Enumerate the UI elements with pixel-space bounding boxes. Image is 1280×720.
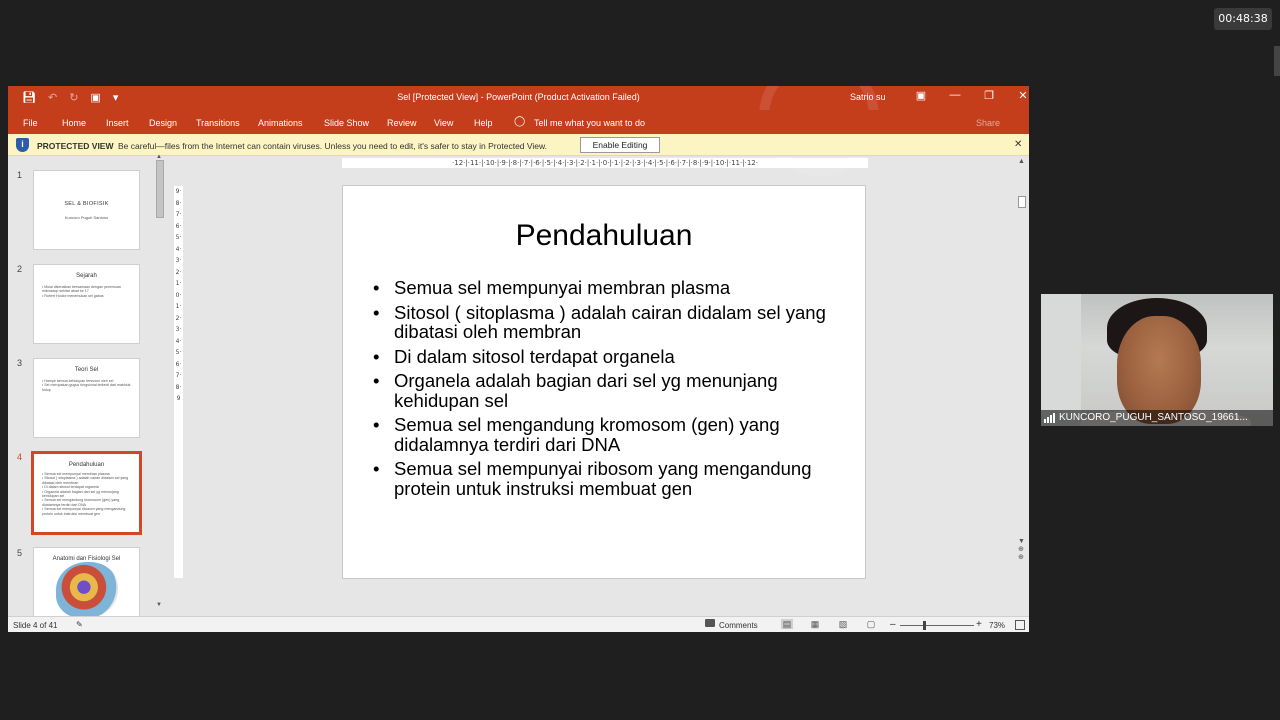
tab-insert[interactable]: Insert — [106, 118, 129, 128]
account-name[interactable]: Satrio su — [850, 92, 886, 102]
slideshow-icon[interactable]: ▢ — [865, 619, 877, 629]
tell-me-search[interactable]: Tell me what you want to do — [534, 118, 645, 128]
slide-bullet: Semua sel mempunyai ribosom yang mengand… — [373, 459, 843, 498]
share-button[interactable]: Share — [976, 118, 1000, 128]
tab-home[interactable]: Home — [62, 118, 86, 128]
tab-file[interactable]: File — [23, 118, 38, 128]
protected-view-title: PROTECTED VIEW — [37, 141, 114, 151]
vertical-ruler-ticks: 9·8·7·6·5·4·3·2·1·0·1·2·3·4·5·6·7·8·9 — [175, 188, 182, 402]
tab-view[interactable]: View — [434, 118, 453, 128]
thumb-bullet: Sel merupakan gugus fungsional terkecil … — [42, 383, 133, 392]
normal-view-icon[interactable]: ▤ — [781, 619, 793, 629]
vertical-ruler: 9·8·7·6·5·4·3·2·1·0·1·2·3·4·5·6·7·8·9 — [174, 186, 183, 578]
video-wall — [1041, 294, 1081, 426]
close-icon[interactable]: ✕ — [1006, 89, 1029, 102]
tab-design[interactable]: Design — [149, 118, 177, 128]
thumb-bullet: Sitosol ( sitoplasma ) adalah cairan did… — [42, 476, 133, 485]
thumb-number: 5 — [17, 548, 23, 558]
zoom-out-icon[interactable]: – — [890, 619, 896, 630]
horizontal-ruler: ·12·|·11·|·10·|·9·|·8·|·7·|·6·|·5·|·4·|·… — [342, 158, 868, 168]
thumb-bullet: Semua sel mempunyai ribosom yang mengand… — [42, 507, 133, 516]
thumb-number: 2 — [17, 264, 23, 274]
thumb-number: 3 — [17, 358, 23, 368]
accessibility-icon[interactable]: ✎ — [76, 620, 83, 629]
fit-slide-icon[interactable] — [1015, 620, 1025, 630]
signal-strength-icon — [1044, 413, 1056, 423]
slide-thumbnail-pane: 1 SEL & BIOFISIK Kuncoro Puguh Santoso 2… — [8, 154, 168, 627]
slide-bullet: Semua sel mengandung kromosom (gen) yang… — [373, 415, 843, 454]
shield-icon: i — [16, 138, 29, 152]
participant-video[interactable]: KUNCORO_PUGUH_SANTOSO_19661... — [1041, 294, 1273, 426]
minimize-icon[interactable]: — — [938, 89, 972, 102]
reading-view-icon[interactable]: ▧ — [837, 619, 849, 629]
meeting-timer: 00:48:38 — [1214, 8, 1272, 30]
slide-thumbnail-3[interactable]: Teori Sel Hampir semua kehidupan tersusu… — [33, 358, 140, 438]
title-bar: 💾︎ ↶ ↻ ▣ ▾ Sel [Protected View] - PowerP… — [8, 86, 1029, 176]
slide-thumbnail-1[interactable]: SEL & BIOFISIK Kuncoro Puguh Santoso — [33, 170, 140, 250]
tab-slide-show[interactable]: Slide Show — [324, 118, 369, 128]
restore-icon[interactable]: ❐ — [972, 89, 1006, 102]
thumb-title: SEL & BIOFISIK — [64, 201, 109, 207]
thumb-subtitle: Kuncoro Puguh Santoso — [64, 215, 109, 220]
editor-scrollbar[interactable]: ▲ ▼ ⊕ ⊕ — [1016, 158, 1029, 576]
slide-canvas[interactable]: Pendahuluan Semua sel mempunyai membran … — [342, 185, 866, 579]
protected-view-bar: i PROTECTED VIEW Be careful—files from t… — [8, 134, 1029, 156]
thumb-number: 4 — [17, 452, 23, 462]
tab-transitions[interactable]: Transitions — [196, 118, 240, 128]
thumb-bullets: Hampir semua kehidupan tersusun oleh sel… — [42, 379, 133, 392]
ribbon-tabs: File Home Insert Design Transitions Anim… — [8, 110, 1029, 134]
thumb-title: Teori Sel — [74, 367, 99, 373]
thumb-bullet: Organela adalah bagian dari sel yg menun… — [42, 490, 133, 499]
thumb-number: 1 — [17, 170, 23, 180]
thumb-bullet: Mulai dikenalkan bersamaan dengan penemu… — [42, 285, 133, 294]
protected-view-message: Be careful—files from the Internet can c… — [118, 141, 548, 151]
zoom-level[interactable]: 73% — [989, 621, 1005, 630]
scroll-down-icon[interactable]: ▼ ⊕ ⊕ — [1018, 538, 1025, 562]
window-controls: ▣ — ❐ ✕ — [904, 89, 1029, 102]
thumb-bullet: Semua sel mengandung kromosom (gen) yang… — [42, 498, 133, 507]
comment-icon[interactable] — [705, 619, 715, 627]
slide-thumbnail-4[interactable]: Pendahuluan Semua sel mempunyai membran … — [31, 451, 142, 535]
powerpoint-window: 💾︎ ↶ ↻ ▣ ▾ Sel [Protected View] - PowerP… — [8, 86, 1029, 632]
tab-animations[interactable]: Animations — [258, 118, 303, 128]
scroll-thumb[interactable] — [1018, 196, 1026, 208]
slide-thumbnail-2[interactable]: Sejarah Mulai dikenalkan bersamaan denga… — [33, 264, 140, 344]
side-panel-edge[interactable] — [1274, 46, 1280, 76]
lightbulb-icon: ◯ — [514, 116, 526, 127]
slide-sorter-icon[interactable]: ▦ — [809, 619, 821, 629]
thumb-bullets: Mulai dikenalkan bersamaan dengan penemu… — [42, 285, 133, 298]
comments-button[interactable]: Comments — [719, 621, 758, 630]
zoom-in-icon[interactable]: + — [976, 619, 982, 630]
ribbon-display-options-icon[interactable]: ▣ — [904, 89, 938, 102]
participant-face — [1117, 316, 1201, 424]
status-bar: Slide 4 of 41 ✎ Comments ▤ ▦ ▧ ▢ – + 73% — [8, 616, 1029, 632]
scroll-down-icon[interactable]: ▼ — [156, 602, 162, 608]
scroll-thumb[interactable] — [156, 160, 164, 218]
thumb-bullets: Semua sel mempunyai membran plasma Sitos… — [42, 472, 133, 516]
participant-name: KUNCORO_PUGUH_SANTOSO_19661... — [1041, 410, 1273, 426]
zoom-slider-thumb[interactable] — [923, 621, 926, 630]
scroll-up-icon[interactable]: ▲ — [1018, 158, 1025, 165]
slide-bullet-list: Semua sel mempunyai membran plasma Sitos… — [373, 278, 843, 503]
enable-editing-button[interactable]: Enable Editing — [580, 137, 660, 153]
close-icon[interactable]: ✕ — [1014, 139, 1022, 150]
slide-bullet: Organela adalah bagian dari sel yg menun… — [373, 371, 843, 410]
cell-diagram-image — [56, 562, 118, 618]
thumb-title: Pendahuluan — [68, 462, 105, 468]
thumb-title: Sejarah — [76, 273, 97, 279]
screen: 00:48:38 💾︎ ↶ ↻ ▣ ▾ Sel [Protected View]… — [0, 0, 1280, 720]
tab-help[interactable]: Help — [474, 118, 493, 128]
slide-title: Pendahuluan — [515, 219, 693, 252]
slide-bullet: Sitosol ( sitoplasma ) adalah cairan did… — [373, 302, 843, 342]
zoom-slider[interactable] — [900, 625, 974, 626]
slide-count: Slide 4 of 41 — [13, 621, 58, 630]
slide-bullet: Di dalam sitosol terdapat organela — [373, 346, 843, 367]
slide-thumbnail-5[interactable]: Anatomi dan Fisiologi Sel — [33, 547, 140, 627]
thumbnail-scrollbar[interactable]: ▲ ▼ — [155, 154, 165, 616]
slide-bullet: Semua sel mempunyai membran plasma — [373, 278, 843, 298]
tab-review[interactable]: Review — [387, 118, 417, 128]
thumb-bullet: Robert Hooke menemukan sel gabus — [42, 294, 133, 298]
